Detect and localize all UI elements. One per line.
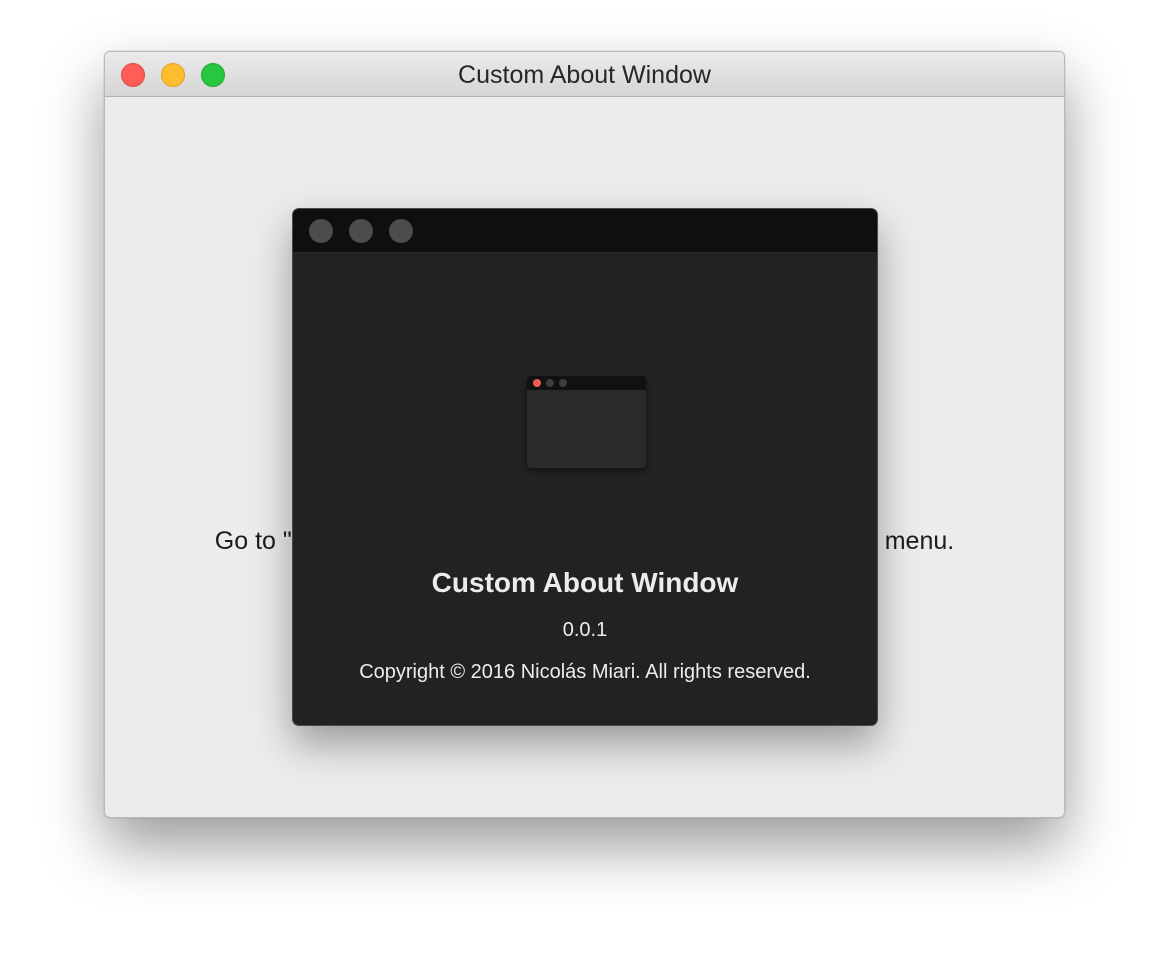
main-titlebar[interactable]: Custom About Window [105, 52, 1064, 97]
app-icon-close-dot [533, 379, 541, 387]
about-titlebar[interactable] [293, 209, 877, 253]
app-icon-minimize-dot [546, 379, 554, 387]
about-minimize-button[interactable] [349, 219, 373, 243]
app-icon-titlebar [527, 376, 646, 390]
app-name: Custom About Window [431, 567, 739, 598]
about-zoom-button[interactable] [389, 219, 413, 243]
about-window: Custom About Window 0.0.1 Copyright © 20… [292, 208, 878, 726]
app-version: 0.0.1 [562, 619, 608, 641]
about-close-button[interactable] [309, 219, 333, 243]
window-app-icon [527, 376, 646, 468]
window-title: Custom About Window [458, 61, 711, 89]
app-copyright: Copyright © 2016 Nicolás Miari. All righ… [359, 661, 811, 683]
app-icon-zoom-dot [559, 379, 567, 387]
instruction-right: menu. [877, 527, 955, 555]
instruction-left: Go to " [214, 527, 292, 555]
